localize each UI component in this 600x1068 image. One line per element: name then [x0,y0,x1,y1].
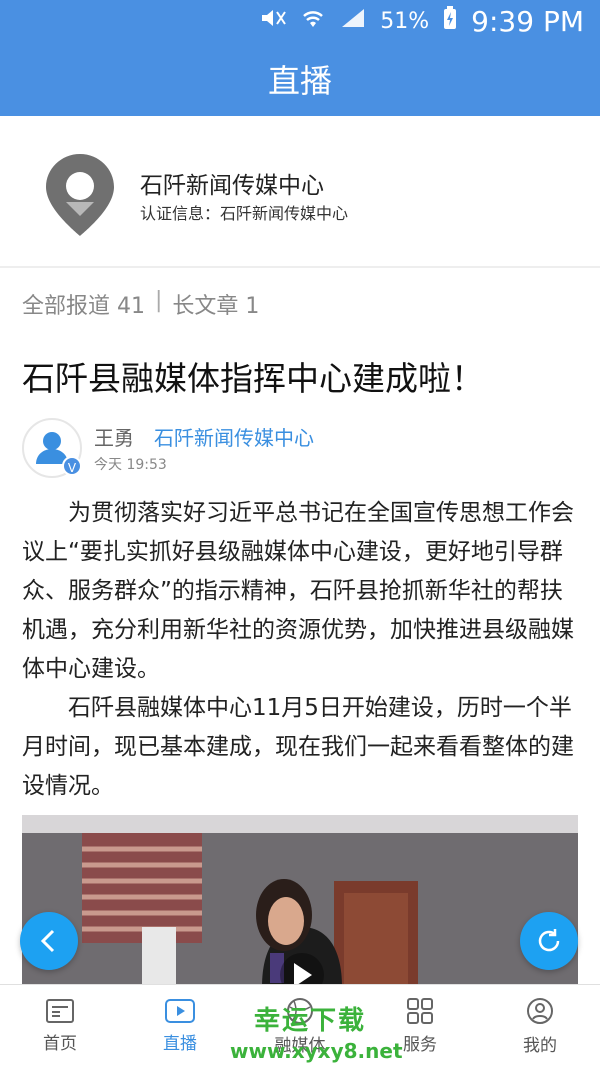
chevron-left-icon [40,929,55,953]
tab-label: 首页 [43,1034,77,1054]
long-articles-tab[interactable]: 长文章 1 [172,288,259,320]
tab-home[interactable]: 首页 [0,985,120,1068]
grid-icon [407,998,433,1024]
back-button[interactable] [20,912,78,970]
tab-label: 服务 [403,1035,437,1055]
article-body: 为贯彻落实好习近平总书记在全国宣传思想工作会议上“要扎实抓好县级融媒体中心建设，… [22,494,578,806]
paragraph: 石阡县融媒体中心11月5日开始建设，历时一个半月时间，现已基本建成，现在我们一起… [22,695,574,799]
battery-icon [443,6,457,36]
tab-label: 直播 [163,1034,197,1054]
profile-card[interactable]: 石阡新闻传媒中心 认证信息：石阡新闻传媒中心 [0,116,600,268]
publish-time: 今天 19:53 [94,457,167,473]
status-time: 9:39 PM [471,4,584,38]
user-icon [527,998,553,1024]
author-name: 王勇 [94,426,134,450]
video-thumbnail [22,815,578,987]
battery-percent: 51% [380,8,430,34]
refresh-button[interactable] [520,912,578,970]
video-player[interactable] [22,815,578,987]
tab-live[interactable]: 直播 [120,985,240,1068]
divider: | [155,288,163,313]
wifi-icon [300,7,326,35]
status-icons: 51% [260,6,457,36]
tab-label: 我的 [523,1036,557,1056]
profile-certification: 认证信息：石阡新闻传媒中心 [140,204,349,223]
author-org-link[interactable]: 石阡新闻传媒中心 [154,422,314,451]
report-counts: 全部报道 41 | 长文章 1 [22,288,259,320]
news-icon [46,999,74,1023]
status-bar: 51% 9:39 PM [0,0,600,42]
location-pin-logo-icon [46,154,114,236]
watermark-title: 幸运下载 [253,1006,366,1036]
author-row: V 王勇 石阡新闻传媒中心 今天 19:53 [22,418,582,478]
refresh-icon [538,929,560,952]
watermark-url: www.xyxy8.net [230,1039,403,1063]
article-title: 石阡县融媒体指挥中心建成啦！ [22,359,484,398]
verified-badge-icon: V [62,456,82,476]
play-icon [165,999,195,1023]
mute-icon [260,7,287,35]
page-title: 直播 [267,62,332,100]
tab-me[interactable]: 我的 [480,985,600,1068]
paragraph: 为贯彻落实好习近平总书记在全国宣传思想工作会议上“要扎实抓好县级融媒体中心建设，… [22,500,574,682]
all-reports-tab[interactable]: 全部报道 41 [22,288,145,320]
watermark: 幸运下载 www.xyxy8.net [230,1000,403,1063]
header: 直播 [0,42,600,116]
signal-icon [340,7,366,35]
profile-name: 石阡新闻传媒中心 [140,173,324,199]
